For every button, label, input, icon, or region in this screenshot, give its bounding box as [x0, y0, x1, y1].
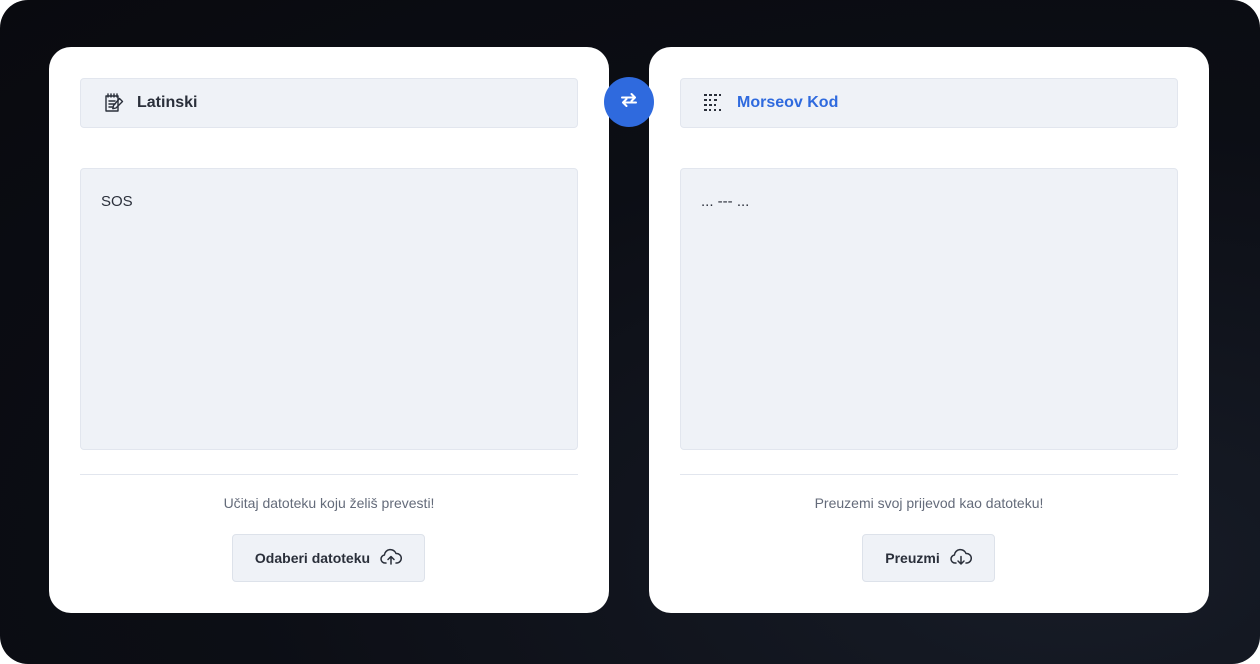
- target-language-label: Morseov Kod: [737, 94, 839, 111]
- download-label: Preuzmi: [885, 550, 940, 566]
- download-hint: Preuzemi svoj prijevod kao datoteku!: [814, 495, 1044, 511]
- swap-languages-button[interactable]: [604, 77, 654, 127]
- morse-dots-icon: [701, 90, 727, 116]
- source-panel: Latinski SOS Učitaj datoteku koju želiš …: [49, 47, 609, 613]
- choose-file-label: Odaberi datoteku: [254, 550, 371, 566]
- source-language-label: Latinski: [137, 94, 198, 111]
- source-divider: [80, 474, 578, 475]
- upload-hint: Učitaj datoteku koju želiš prevesti!: [223, 495, 435, 511]
- notepad-icon: [101, 90, 127, 116]
- target-panel: Morseov Kod ... --- ... Preuzemi svoj pr…: [649, 47, 1209, 613]
- download-button[interactable]: Preuzmi: [862, 534, 995, 582]
- cloud-upload-icon: [380, 548, 403, 569]
- target-language-selector[interactable]: Morseov Kod: [680, 78, 1178, 128]
- source-text-input[interactable]: SOS: [80, 168, 578, 450]
- target-divider: [680, 474, 1178, 475]
- target-text-output[interactable]: ... --- ...: [680, 168, 1178, 450]
- choose-file-button[interactable]: Odaberi datoteku: [232, 534, 425, 582]
- swap-arrows-icon: [618, 91, 640, 114]
- source-language-selector[interactable]: Latinski: [80, 78, 578, 128]
- cloud-download-icon: [950, 548, 972, 569]
